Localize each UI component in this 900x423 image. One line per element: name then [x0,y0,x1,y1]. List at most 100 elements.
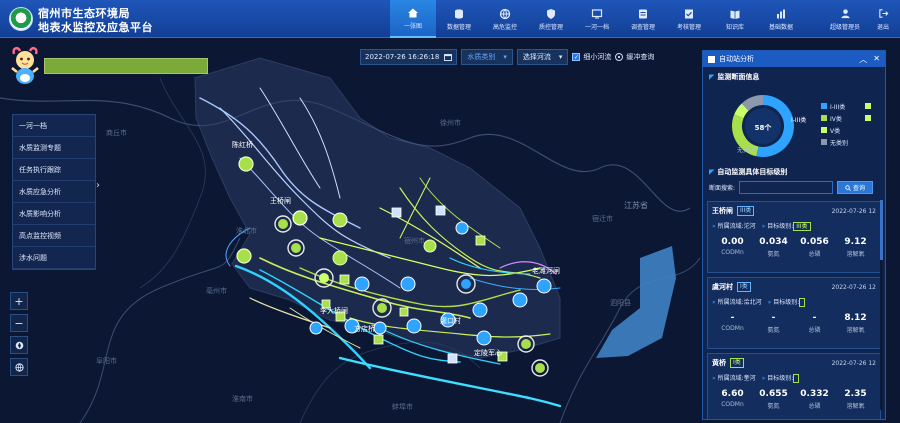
left-menu-item[interactable]: 一河一档 [13,115,95,137]
target-prefix: 目标级别: [773,299,800,306]
app-root: 商丘市 淮北市 宿州市 徐州市 蚌埠市 宿迁市 亳州市 阜阳市 淮南市 泗阳县 … [0,0,900,423]
calendar-icon [444,54,453,61]
app-title-line2: 地表水监控及应急平台 [38,21,153,34]
station-label[interactable]: 陈红桥 [232,140,253,150]
metric-label: CODMn [721,249,744,256]
donut-callout-top: I-III类 [791,116,806,124]
zoom-in-button[interactable]: + [10,292,28,310]
section-search-input[interactable] [739,181,834,194]
donut-slice[interactable] [734,103,749,119]
water-category-select[interactable]: 水质类别 ▾ [461,49,513,65]
donut-legend: I-III类 IV类 V类 无类别 [821,100,883,148]
chevron-right-icon[interactable]: › [96,180,100,191]
station-label[interactable]: 李大桥闸 [320,306,348,316]
nav-item-quality[interactable]: 质控管理 [528,0,574,38]
map-controls: + − [10,292,28,380]
city-label: 淮北市 [236,227,257,235]
section-marker-icon: ◤ [709,73,715,81]
nav-item-data[interactable]: 数据管理 [436,0,482,38]
metric: - 总磷 [794,313,835,334]
station-card[interactable]: 虞河村 I类 2022-07-26 12» 所属流域:浍北河» 目标级别: - CODM… [707,277,881,349]
layer-button[interactable] [10,358,28,376]
nav-item-knowledge[interactable]: 知识库 [712,0,758,38]
legend-swatch [821,127,827,133]
river-select[interactable]: 选择河流 ▾ [516,49,569,65]
legend-item: I-III类 [821,100,883,112]
datetime-picker[interactable]: 2022-07-26 16:26:18 [360,49,458,65]
metric-label: 总磷 [808,327,821,334]
legend-label: I-III类 [830,103,846,111]
metric-label: 溶解氧 [846,327,865,334]
station-card[interactable]: 王桥闸 III类 2022-07-26 12 » 所属流域:沱河 » 目标级别: III类… [707,201,881,273]
minus-icon: − [14,316,24,330]
legend-label: V类 [830,127,841,135]
water-class-badge: III类 [737,206,755,216]
city-label: 蚌埠市 [392,403,413,411]
user-menu[interactable]: 超级管理员 [826,0,864,38]
station-label[interactable]: 方店桥 [354,324,375,334]
nav-item-survey[interactable]: 调查管理 [620,0,666,38]
nav-label: 一河一档 [584,23,609,31]
small-river-checkbox[interactable]: ✓ 细小河流 [572,52,611,62]
station-label[interactable]: 定陵军心 [474,348,502,358]
target-field: » 目标级别: III类 [762,221,811,231]
legend-indicator [865,115,871,121]
section-title-text: 监测断面信息 [717,73,760,81]
nav-item-risk[interactable]: 高危监控 [482,0,528,38]
donut-slice[interactable] [741,95,764,111]
left-menu-item[interactable]: 高点监控视频 [13,225,95,247]
locate-button[interactable] [10,336,28,354]
basin-prefix: 所属流域: [717,299,744,306]
legend-label: 无类别 [830,139,849,147]
nav-item-base-data[interactable]: 基础数据 [758,0,804,38]
metric-label: 氨氮 [767,327,780,334]
station-card[interactable]: 黄桥 I类 2022-07-26 12 » 所属流域:奎河 » 目标级别: 6.60 COD… [707,353,881,419]
logout-button[interactable]: 退出 [864,0,900,38]
metric-value: 2.35 [844,389,867,399]
nav-item-assessment[interactable]: 考核管理 [666,0,712,38]
station-label[interactable]: 王桥闸 [270,196,291,206]
main-nav: 一张图 数据管理 高危监控 质控管理 一河一档 调查管理 考核管理 知识库 基础… [390,0,804,38]
target-badge [799,298,806,307]
legend-swatch [821,103,827,109]
chevron-down-icon: ▾ [503,53,507,61]
city-label: 泗阳县 [610,299,631,307]
compass-icon [15,341,23,349]
card-header: 虞河村 I类 2022-07-26 12 [712,281,876,293]
nav-item-river[interactable]: 一河一档 [574,0,620,38]
station-label[interactable]: 灌口村 [440,316,461,326]
section-title: ◤ 自动监测具体目标级别 [703,162,885,177]
city-label: 阜阳市 [96,357,117,365]
metric-label: CODMn [721,401,744,408]
station-name: 黄桥 [712,359,726,367]
left-menu-item[interactable]: 水质影响分析 [13,203,95,225]
card-values: 6.60 CODMn 0.655 氨氮 0.332 总磷 2.35 溶解氧 [712,389,876,410]
search-button[interactable]: 查询 [837,181,874,194]
city-label: 商丘市 [106,129,127,137]
metric: 0.655 氨氮 [753,389,794,410]
metric: 6.60 CODMn [712,389,753,410]
station-label[interactable]: 老濉河闸 [532,266,560,276]
collapse-icon[interactable]: ︿ [859,54,867,65]
legend-label: IV类 [830,115,842,123]
metric: 0.00 CODMn [712,237,753,258]
river-select-label: 选择河流 [522,53,551,61]
header-bar: 宿州市生态环境局 地表水监控及应急平台 一张图 数据管理 高危监控 质控管理 一… [0,0,900,38]
close-icon[interactable]: ✕ [873,54,880,65]
left-menu-item[interactable]: 任务执行跟踪 [13,159,95,181]
nav-label: 质控管理 [538,23,563,31]
metric-value: 0.332 [800,389,829,399]
zoom-out-button[interactable]: − [10,314,28,332]
left-menu-item[interactable]: 水质应急分析 [13,181,95,203]
metric-value: - [771,313,776,323]
metric-value: - [812,313,817,323]
left-menu-item[interactable]: 涉水问题 [13,247,95,269]
left-menu-item[interactable]: 水质监测专题 [13,137,95,159]
survey-icon [639,9,647,18]
card-meta: » 所属流域:沱河 » 目标级别: III类 [712,221,876,231]
basin-prefix: 所属流域: [717,375,744,382]
panel-scrollbar-thumb[interactable] [880,200,883,260]
card-time: 2022-07-26 12 [831,207,876,215]
nav-item-overview[interactable]: 一张图 [390,0,436,38]
buffer-query-radio[interactable]: 缓冲查询 [615,52,654,62]
